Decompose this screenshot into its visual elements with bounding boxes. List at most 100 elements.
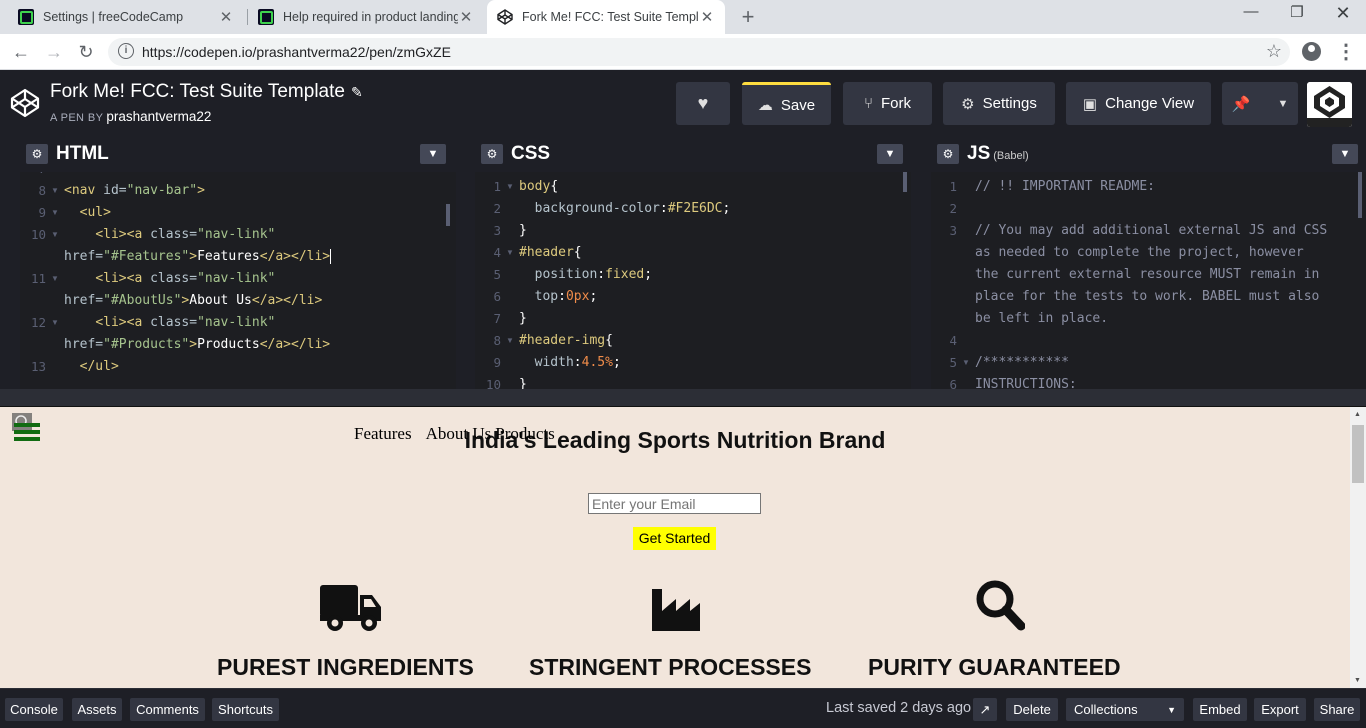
chevron-down-icon[interactable]: ▼ <box>877 144 903 164</box>
embed-button[interactable]: Embed <box>1193 698 1247 721</box>
scrollbar[interactable] <box>446 204 450 226</box>
reload-button[interactable]: ↻ <box>75 41 97 63</box>
gear-icon[interactable]: ⚙ <box>26 144 48 164</box>
gear-icon[interactable]: ⚙ <box>481 144 503 164</box>
scrollbar[interactable] <box>1358 172 1362 218</box>
scrollbar[interactable] <box>903 172 907 192</box>
scroll-thumb[interactable] <box>1352 425 1364 483</box>
shortcuts-button[interactable]: Shortcuts <box>212 698 279 721</box>
settings-label: Settings <box>982 95 1037 112</box>
nav-link-about-us[interactable]: About Us <box>426 424 492 444</box>
fork-button[interactable]: ⑂ Fork <box>843 82 932 125</box>
codepen-header: Fork Me! FCC: Test Suite Template ✎ A PEN… <box>0 70 1366 136</box>
fold-icon[interactable]: ▼ <box>506 176 514 198</box>
js-subtitle: (Babel) <box>993 150 1029 162</box>
chevron-down-icon[interactable]: ▼ <box>420 144 446 164</box>
fold-icon[interactable]: ▼ <box>506 330 514 352</box>
html-code-editor[interactable]: 7 8 ▼ <nav id="nav-bar"> 9 ▼ <ul> 10 ▼ <… <box>20 172 456 389</box>
close-icon[interactable]: ✕ <box>218 8 234 26</box>
pane-resize-handle[interactable] <box>0 389 1366 407</box>
fold-icon[interactable]: ▼ <box>506 242 514 264</box>
console-button[interactable]: Console <box>5 698 63 721</box>
truck-icon <box>320 585 381 631</box>
pen-title-text: Fork Me! FCC: Test Suite Template <box>50 81 345 102</box>
code-line: the current external resource MUST remai… <box>975 267 1320 282</box>
window-close-button[interactable]: ✕ <box>1320 3 1366 24</box>
love-button[interactable]: ♥ <box>676 82 730 125</box>
export-button[interactable]: Export <box>1254 698 1306 721</box>
code-line: position:fixed; <box>534 267 653 282</box>
line-number: 4 <box>949 333 957 348</box>
delete-button[interactable]: Delete <box>1006 698 1058 721</box>
browser-tab-codepen[interactable]: Fork Me! FCC: Test Suite Template ✕ <box>487 0 725 34</box>
account-icon[interactable] <box>1302 42 1321 61</box>
fold-icon[interactable]: ▼ <box>51 312 59 334</box>
code-line: background-color:#F2E6DC; <box>534 201 731 216</box>
assets-button[interactable]: Assets <box>72 698 122 721</box>
share-button[interactable]: Share <box>1314 698 1360 721</box>
code-line: // You may add additional external JS an… <box>975 223 1328 238</box>
code-line: <nav id="nav-bar"> <box>64 183 205 198</box>
pen-title[interactable]: Fork Me! FCC: Test Suite Template ✎ <box>50 81 363 103</box>
code-line: // !! IMPORTANT README: <box>975 179 1156 194</box>
get-started-button[interactable]: Get Started <box>633 527 716 550</box>
fold-icon[interactable]: ▼ <box>962 352 970 374</box>
new-tab-button[interactable]: + <box>736 4 760 30</box>
comments-button[interactable]: Comments <box>130 698 205 721</box>
maximize-button[interactable]: ❐ <box>1274 3 1320 21</box>
css-editor-pane: ⚙ CSS ▼ 1 ▼ body{ 2 background-color:#F2… <box>475 136 911 389</box>
author-link[interactable]: prashantverma22 <box>106 109 211 124</box>
fold-icon[interactable]: ▼ <box>51 202 59 224</box>
close-icon[interactable]: ✕ <box>458 8 474 26</box>
code-line: body{ <box>519 179 559 194</box>
chevron-down-icon[interactable]: ▼ <box>1277 98 1288 110</box>
nav-link-features[interactable]: Features <box>354 424 412 444</box>
browser-tab-fcc-settings[interactable]: Settings | freeCodeCamp ✕ <box>8 0 244 34</box>
info-icon[interactable]: i <box>118 43 134 59</box>
user-avatar[interactable] <box>1307 82 1352 127</box>
codepen-logo-icon[interactable] <box>10 88 40 118</box>
settings-button[interactable]: ⚙ Settings <box>943 82 1055 125</box>
css-code-editor[interactable]: 1 ▼ body{ 2 background-color:#F2E6DC; 3 … <box>475 172 911 389</box>
browser-menu-button[interactable]: ⋮ <box>1336 38 1356 66</box>
layout-icon: ▣ <box>1082 95 1098 113</box>
change-view-button[interactable]: ▣ Change View <box>1066 82 1211 125</box>
chevron-down-icon[interactable]: ▼ <box>1332 144 1358 164</box>
js-editor-pane: ⚙ JS (Babel) ▼ 1 // !! IMPORTANT README: … <box>931 136 1366 389</box>
forward-button[interactable]: → <box>43 41 65 63</box>
line-number: 9 <box>493 355 501 370</box>
codepen-icon <box>497 9 513 25</box>
feature-title-purity-guaranteed: PURITY GUARANTEED <box>868 654 1121 680</box>
address-bar[interactable]: i https://codepen.io/prashantverma22/pen… <box>108 38 1290 66</box>
url-text[interactable]: https://codepen.io/prashantverma22/pen/z… <box>142 44 451 60</box>
pin-button[interactable]: 📌 ▼ <box>1222 82 1298 125</box>
fold-icon[interactable]: ▼ <box>51 224 59 246</box>
close-icon[interactable]: ✕ <box>699 8 715 26</box>
browser-tab-help[interactable]: Help required in product landing ✕ <box>248 0 484 34</box>
email-input[interactable] <box>588 493 761 514</box>
editor-area: ⚙ HTML ▼ 7 8 ▼ <nav id="nav-bar"> 9 ▼ <u… <box>0 136 1366 389</box>
html-pane-header: ⚙ HTML ▼ <box>20 136 456 172</box>
collections-dropdown[interactable]: Collections ▼ <box>1066 698 1184 721</box>
line-number: 8 <box>38 183 46 198</box>
js-pane-title: JS (Babel) <box>967 143 1029 165</box>
collections-label: Collections <box>1074 702 1138 717</box>
nav-link-products[interactable]: Products <box>495 424 555 444</box>
back-button[interactable]: ← <box>10 41 32 63</box>
code-line: be left in place. <box>975 311 1109 326</box>
external-link-icon[interactable]: ↗ <box>973 698 997 721</box>
pencil-icon[interactable]: ✎ <box>351 84 363 100</box>
save-button[interactable]: ☁ Save <box>742 82 831 125</box>
star-icon[interactable]: ☆ <box>1266 41 1282 62</box>
scroll-down-icon[interactable]: ▼ <box>1354 677 1361 684</box>
fold-icon[interactable]: ▼ <box>51 180 59 202</box>
scroll-up-icon[interactable]: ▲ <box>1354 411 1361 418</box>
code-line: <li><a class="nav-link" <box>95 271 276 286</box>
preview-scrollbar[interactable]: ▲ ▼ <box>1350 407 1366 688</box>
gear-icon[interactable]: ⚙ <box>937 144 959 164</box>
js-code-editor[interactable]: 1 // !! IMPORTANT README: 2 3 // You may… <box>931 172 1366 389</box>
fold-icon[interactable]: ▼ <box>51 268 59 290</box>
line-number: 5 <box>949 355 957 370</box>
minimize-button[interactable]: — <box>1228 3 1274 20</box>
code-line: href="#Features">Features</a></li> <box>64 246 339 268</box>
